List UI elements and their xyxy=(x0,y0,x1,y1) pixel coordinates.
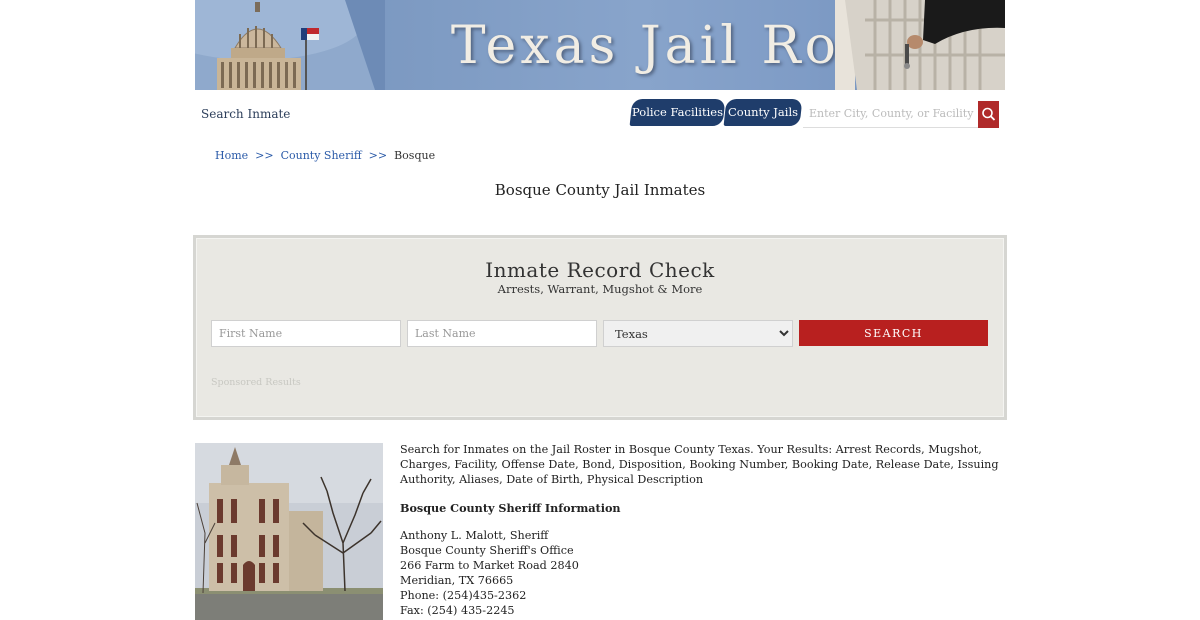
state-select[interactable]: Texas xyxy=(603,320,793,347)
breadcrumb: Home >> County Sheriff >> Bosque xyxy=(215,149,435,162)
breadcrumb-separator: >> xyxy=(368,149,388,162)
last-name-field[interactable] xyxy=(407,320,597,347)
fax-number: Fax: (254) 435-2245 xyxy=(400,604,515,617)
record-search-button[interactable]: SEARCH xyxy=(799,320,988,346)
sheriff-contact-info: Anthony L. Malott, Sheriff Bosque County… xyxy=(400,528,579,618)
first-name-field[interactable] xyxy=(211,320,401,347)
city-state-zip: Meridian, TX 76665 xyxy=(400,574,514,587)
breadcrumb-current: Bosque xyxy=(394,149,436,162)
site-search-input[interactable] xyxy=(803,100,978,128)
sheriff-info-heading: Bosque County Sheriff Information xyxy=(400,501,621,515)
phone-number: Phone: (254)435-2362 xyxy=(400,589,527,602)
search-inmate-link[interactable]: Search Inmate xyxy=(201,107,290,121)
street-address: 266 Farm to Market Road 2840 xyxy=(400,559,579,572)
record-check-title: Inmate Record Check xyxy=(485,258,715,282)
breadcrumb-home[interactable]: Home xyxy=(215,149,248,162)
inmate-record-check-panel: Inmate Record Check Arrests, Warrant, Mu… xyxy=(193,235,1007,420)
search-description: Search for Inmates on the Jail Roster in… xyxy=(400,443,999,486)
police-facilities-button[interactable]: Police Facilities xyxy=(629,99,726,126)
breadcrumb-county-sheriff[interactable]: County Sheriff xyxy=(281,149,362,162)
breadcrumb-separator: >> xyxy=(255,149,274,162)
search-icon xyxy=(982,107,996,121)
site-banner[interactable]: Texas Jail Roster xyxy=(195,0,1005,90)
sheriff-name: Anthony L. Malott, Sheriff xyxy=(400,529,549,542)
sponsored-results-label: Sponsored Results xyxy=(211,377,301,388)
courthouse-photo xyxy=(195,443,383,620)
county-jails-button[interactable]: County Jails xyxy=(723,99,803,126)
capitol-dome-image xyxy=(195,0,385,90)
jail-cell-door-image xyxy=(835,0,1005,90)
police-facilities-label: Police Facilities xyxy=(632,105,723,119)
county-jails-label: County Jails xyxy=(727,105,799,119)
office-name: Bosque County Sheriff's Office xyxy=(400,544,574,557)
site-search-button[interactable] xyxy=(978,101,999,128)
page-title: Bosque County Jail Inmates xyxy=(494,181,706,199)
record-check-subtitle: Arrests, Warrant, Mugshot & More xyxy=(497,282,703,296)
